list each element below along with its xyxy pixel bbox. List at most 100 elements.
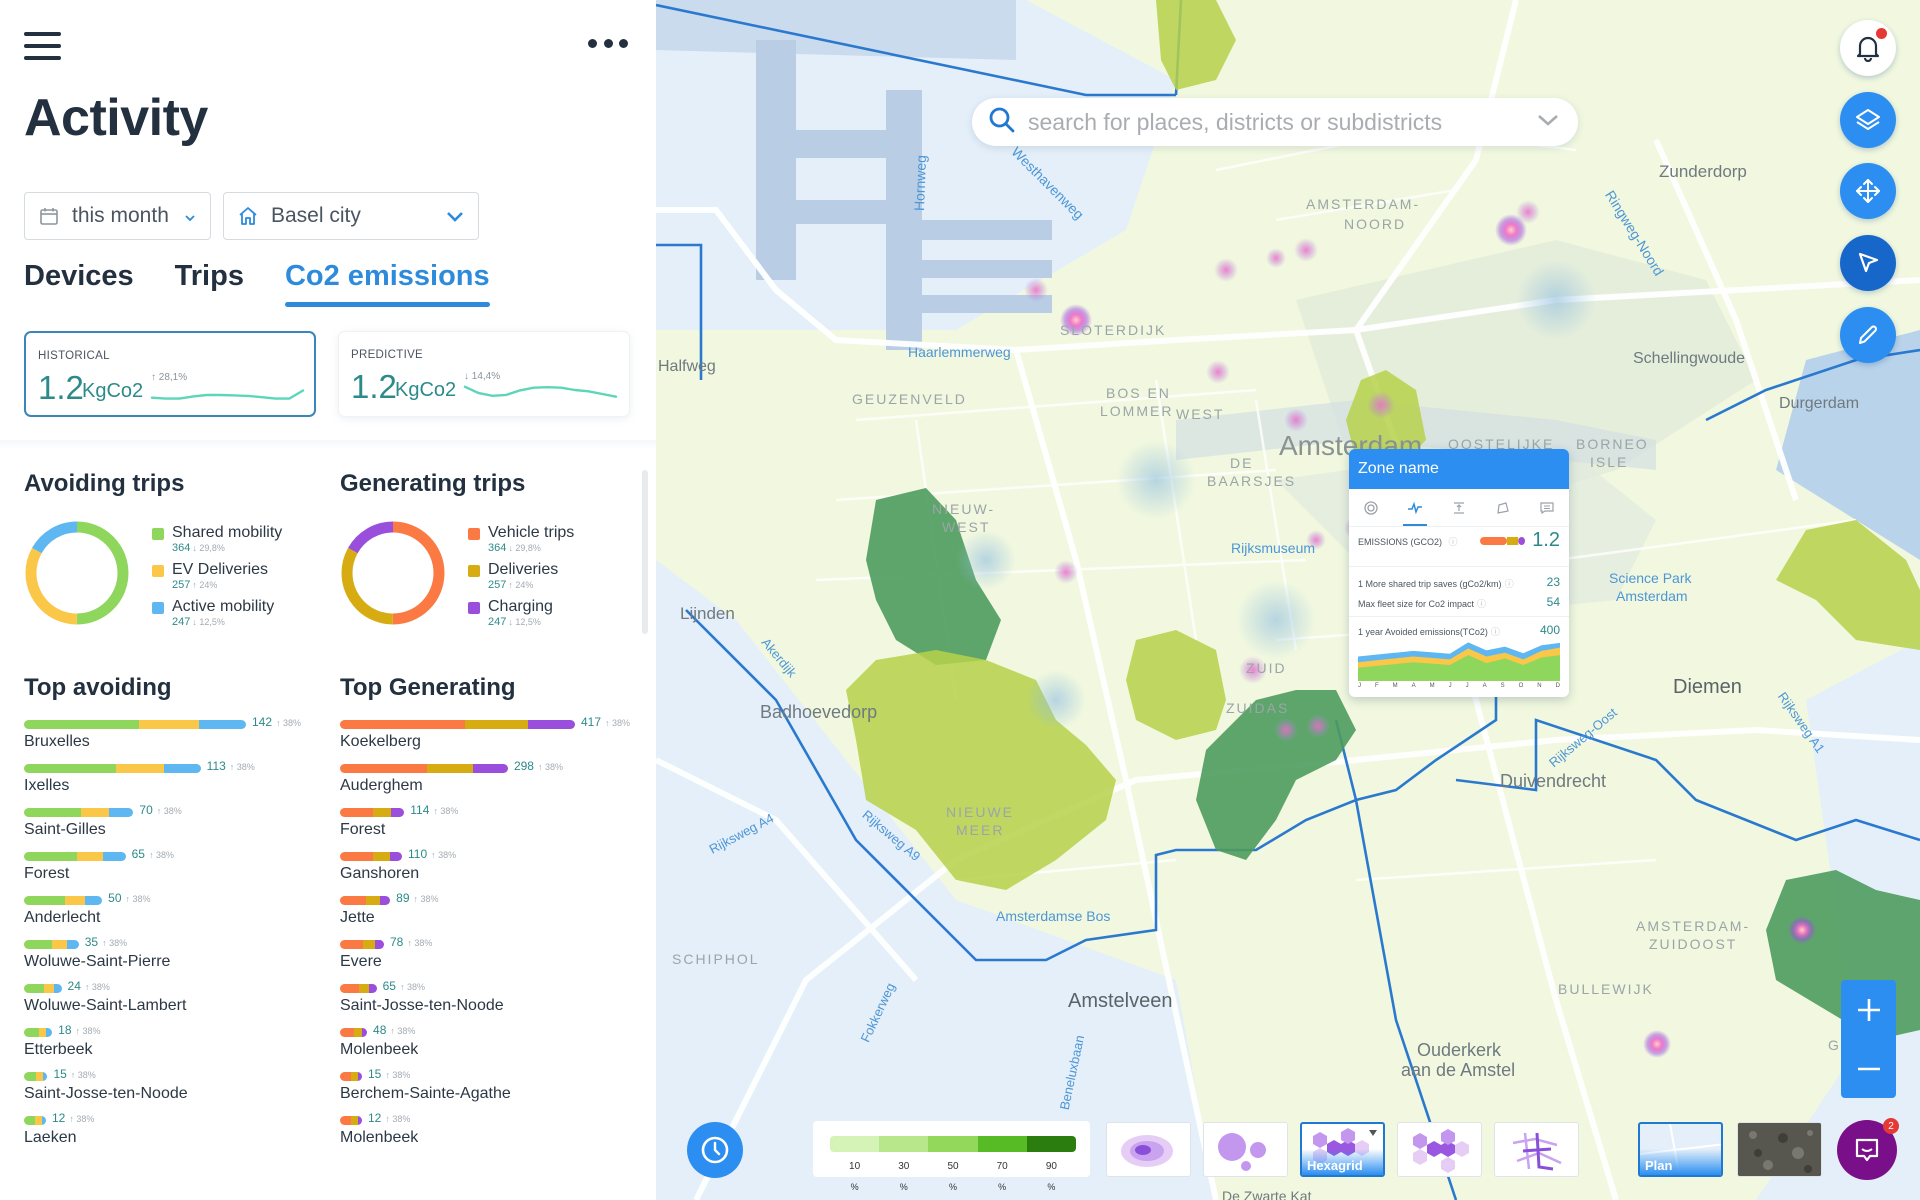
- legend-name: Vehicle trips: [488, 524, 575, 541]
- legend-value: 247 ↓ 12,5%: [172, 616, 225, 628]
- ranking-row[interactable]: 18 ↑ 38% Etterbeek: [24, 1022, 324, 1066]
- tab-vertical-align[interactable]: [1437, 489, 1481, 526]
- ranking-row[interactable]: 65 ↑ 38% Saint-Josse-ten-Noode: [340, 978, 640, 1022]
- layer-bubbles[interactable]: [1203, 1122, 1288, 1177]
- bar-segment: [24, 940, 53, 949]
- draw-button[interactable]: [1840, 307, 1896, 363]
- date-range-dropdown[interactable]: this month: [24, 192, 211, 240]
- scale-unit: %: [899, 1182, 908, 1192]
- kpi-delta: ↑ 28,1%: [151, 372, 188, 383]
- layer-network[interactable]: [1494, 1122, 1579, 1177]
- basemap-plan[interactable]: Plan: [1638, 1122, 1723, 1177]
- top-avoiding-title: Top avoiding: [24, 674, 172, 701]
- kpi-value: 1.2: [351, 368, 397, 405]
- notifications-button[interactable]: [1840, 20, 1896, 76]
- ranking-row[interactable]: 15 ↑ 38% Berchem-Sainte-Agathe: [340, 1066, 640, 1110]
- ranking-row[interactable]: 65 ↑ 38% Forest: [24, 846, 324, 890]
- tab-trips[interactable]: Trips: [175, 260, 244, 305]
- more-options-icon[interactable]: [588, 36, 628, 50]
- place-search-bar[interactable]: [972, 98, 1578, 146]
- bar-segment: [139, 720, 200, 729]
- scale-unit: %: [850, 1182, 859, 1192]
- ranking-city: Forest: [340, 821, 386, 838]
- ranking-row[interactable]: 78 ↑ 38% Evere: [340, 934, 640, 978]
- layer-heatmap[interactable]: [1106, 1122, 1191, 1177]
- kpi-label: HISTORICAL: [38, 350, 110, 362]
- search-input[interactable]: [1028, 108, 1536, 136]
- tab-co2-emissions[interactable]: Co2 emissions: [284, 260, 490, 307]
- basemap-satellite[interactable]: [1737, 1122, 1822, 1177]
- ranking-row[interactable]: 417 ↑ 38% Koekelberg: [340, 714, 640, 758]
- stacked-bar: [24, 852, 126, 861]
- ranking-city: Woluwe-Saint-Lambert: [24, 997, 187, 1014]
- tab-gauge[interactable]: [1349, 489, 1393, 526]
- info-icon: ⓘ: [1477, 599, 1487, 609]
- bar-segment: [24, 1072, 37, 1081]
- layers-button[interactable]: [1840, 92, 1896, 148]
- ranking-value: 417 ↑ 38%: [581, 715, 631, 729]
- ranking-row[interactable]: 24 ↑ 38% Woluwe-Saint-Lambert: [24, 978, 324, 1022]
- kpi-card-historical[interactable]: HISTORICAL 1.2 KgCo2 ↑ 28,1%: [24, 331, 316, 417]
- ranking-row[interactable]: 48 ↑ 38% Molenbeek: [340, 1022, 640, 1066]
- sidebar-scrollbar[interactable]: [642, 470, 648, 634]
- kpi-sparkline: [150, 389, 305, 400]
- basemap-label: Plan: [1645, 1158, 1673, 1173]
- ranking-row[interactable]: 50 ↑ 38% Anderlecht: [24, 890, 324, 934]
- kpi-card-predictive[interactable]: PREDICTIVE 1.2 KgCo2 ↓ 14,4%: [338, 331, 630, 417]
- layer-hexagrid-alt[interactable]: [1397, 1122, 1482, 1177]
- ranking-row[interactable]: 15 ↑ 38% Saint-Josse-ten-Noode: [24, 1066, 324, 1110]
- bar-segment: [390, 808, 405, 817]
- city-dropdown[interactable]: Basel city: [223, 192, 479, 240]
- divider: [1349, 616, 1569, 617]
- ranking-row[interactable]: 298 ↑ 38% Auderghem: [340, 758, 640, 802]
- ranking-row[interactable]: 114 ↑ 38% Forest: [340, 802, 640, 846]
- ranking-row[interactable]: 35 ↑ 38% Woluwe-Saint-Pierre: [24, 934, 324, 978]
- kpi-delta: ↓ 14,4%: [464, 371, 501, 382]
- bar-segment: [52, 940, 68, 949]
- ranking-row[interactable]: 12 ↑ 38% Molenbeek: [340, 1110, 640, 1154]
- info-icon: ⓘ: [1504, 579, 1514, 589]
- legend-swatch: [468, 602, 480, 614]
- ranking-row[interactable]: 12 ↑ 38% Laeken: [24, 1110, 324, 1154]
- ranking-row[interactable]: 110 ↑ 38% Ganshoren: [340, 846, 640, 890]
- tab-polygon[interactable]: [1481, 489, 1525, 526]
- avoiding-donut-chart: [25, 521, 129, 625]
- menu-icon[interactable]: [24, 30, 61, 62]
- minus-icon: [1857, 1067, 1880, 1070]
- ranking-city: Ganshoren: [340, 865, 420, 882]
- layer-hexagrid[interactable]: Hexagrid: [1300, 1122, 1385, 1177]
- select-button[interactable]: [1840, 235, 1896, 291]
- bar-segment: [163, 764, 201, 773]
- layer-label: Hexagrid: [1307, 1158, 1363, 1173]
- ranking-row[interactable]: 142 ↑ 38% Bruxelles: [24, 714, 324, 758]
- info-icon: ⓘ: [1448, 537, 1458, 547]
- ranking-city: Anderlecht: [24, 909, 101, 926]
- ranking-value: 89 ↑ 38%: [396, 891, 439, 905]
- bar-segment: [41, 1116, 46, 1125]
- bar-segment: [340, 764, 428, 773]
- chat-button[interactable]: 2: [1837, 1118, 1899, 1180]
- timeline-button[interactable]: [687, 1122, 743, 1178]
- bar-segment: [340, 1116, 351, 1125]
- map-view[interactable]: Amsterdam Badhoevedorp Diemen Duivendrec…: [656, 0, 1920, 1200]
- pan-button[interactable]: [1840, 163, 1896, 219]
- tab-comments[interactable]: [1525, 489, 1569, 526]
- tab-devices[interactable]: Devices: [24, 260, 134, 305]
- ranking-row[interactable]: 113 ↑ 38% Ixelles: [24, 758, 324, 802]
- ranking-value: 65 ↑ 38%: [131, 847, 174, 861]
- zoom-out-button[interactable]: [1841, 1039, 1896, 1098]
- ranking-row[interactable]: 89 ↑ 38% Jette: [340, 890, 640, 934]
- bar-segment: [115, 764, 164, 773]
- ranking-row[interactable]: 70 ↑ 38% Saint-Gilles: [24, 802, 324, 846]
- ranking-value: 18 ↑ 38%: [58, 1023, 101, 1037]
- activity-sidebar: Activity this month Basel city Devices T…: [0, 0, 656, 1200]
- ranking-city: Saint-Josse-ten-Noode: [24, 1085, 188, 1102]
- zoom-in-button[interactable]: [1841, 980, 1896, 1039]
- tab-activity[interactable]: [1393, 489, 1437, 526]
- scale-tick: 10: [849, 1161, 861, 1172]
- bar-segment: [366, 896, 380, 905]
- layer-options-caret[interactable]: [1369, 1130, 1377, 1136]
- chevron-down-icon[interactable]: [1536, 113, 1560, 132]
- bar-segment: [427, 764, 473, 773]
- pencil-icon: [1859, 325, 1877, 344]
